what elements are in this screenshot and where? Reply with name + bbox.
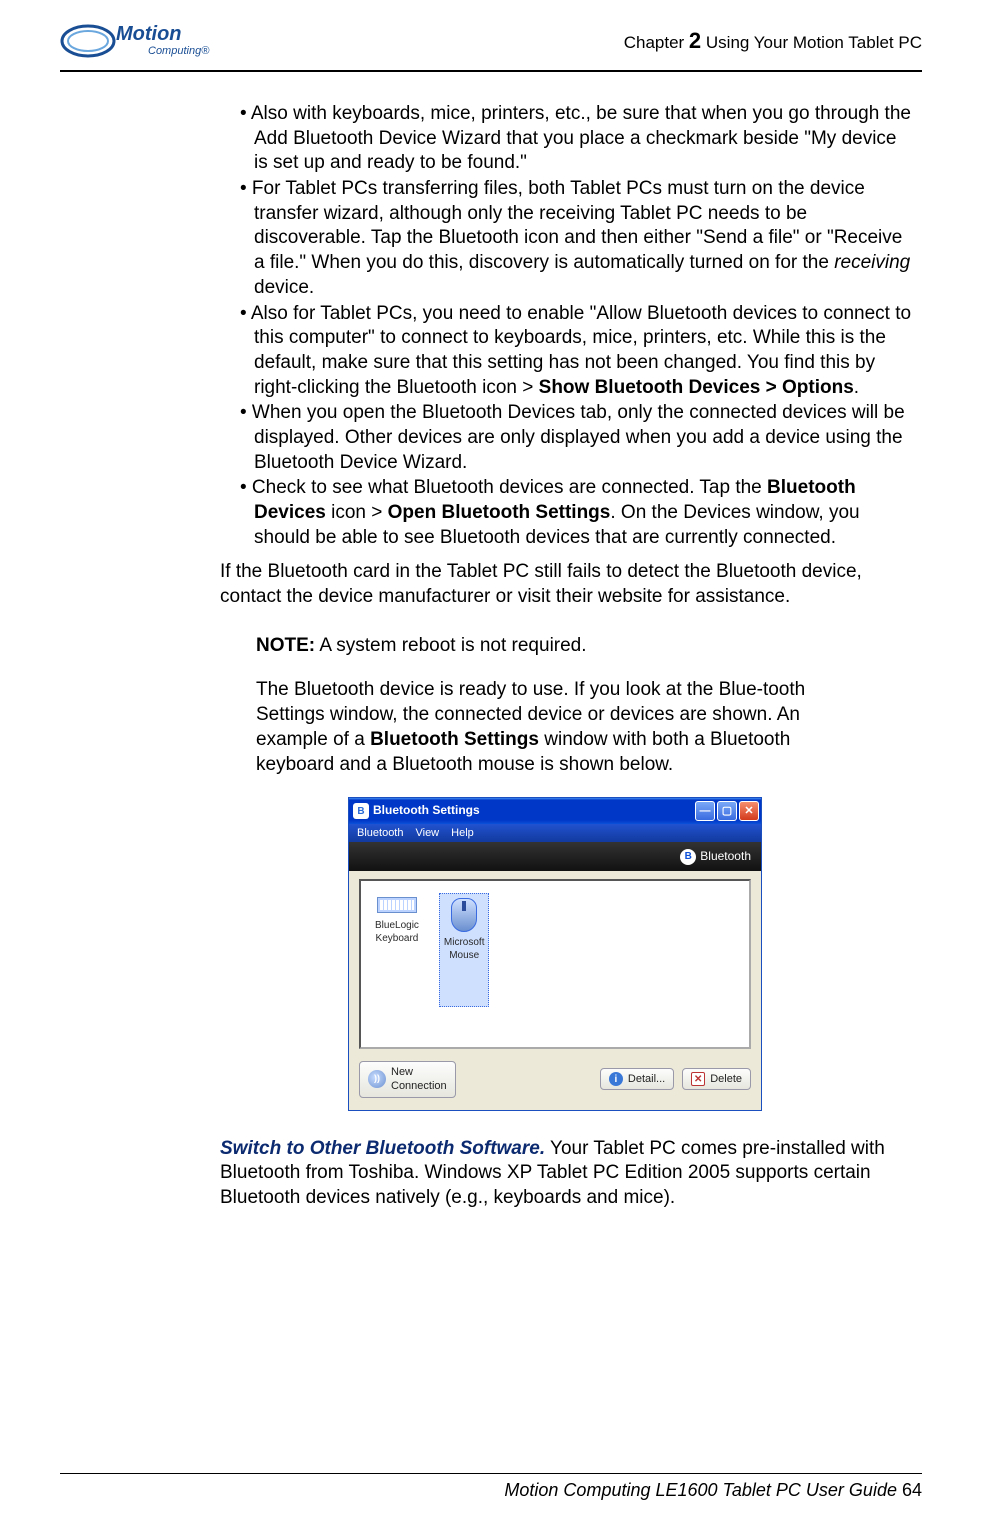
page-footer: Motion Computing LE1600 Tablet PC User G… [60,1473,922,1501]
bullet-italic: receiving [834,252,910,273]
note-line: NOTE: A system reboot is not required. [256,634,822,659]
menu-bluetooth[interactable]: Bluetooth [357,826,403,840]
delete-button[interactable]: ✕ Delete [682,1068,751,1090]
bullet-bold: Open Bluetooth Settings [388,502,611,523]
page-number: 64 [902,1480,922,1500]
follow-paragraph: If the Bluetooth card in the Tablet PC s… [220,560,912,609]
note-body: The Bluetooth device is ready to use. If… [256,678,822,777]
window-toolbar: )) New Connection i Detail... ✕ Delete [349,1055,761,1110]
bullet-list: • Also with keyboards, mice, printers, e… [240,102,912,550]
brand-top-text: Motion [116,23,182,45]
note-body-bold: Bluetooth Settings [370,729,539,750]
minimize-button[interactable]: — [695,801,715,821]
bullet-item: • Check to see what Bluetooth devices ar… [240,476,912,550]
switch-title: Switch to Other Bluetooth Software. [220,1138,545,1159]
bluetooth-icon: B [353,803,369,819]
brand-bar: B Bluetooth [349,842,761,871]
btn-label: Detail... [628,1072,665,1086]
menu-help[interactable]: Help [451,826,474,840]
detail-button[interactable]: i Detail... [600,1068,674,1090]
keyboard-icon [377,897,417,913]
title-left: B Bluetooth Settings [353,803,480,819]
device-label: Mouse [444,949,485,962]
bluetooth-glyph-icon: B [680,849,696,865]
chapter-heading: Chapter 2 Using Your Motion Tablet PC [624,28,922,54]
bluetooth-settings-window: B Bluetooth Settings — ▢ ✕ Bluetooth Vie… [348,797,762,1110]
btn-line: New [391,1065,447,1079]
brand-text: Bluetooth [700,849,751,865]
screenshot-figure: B Bluetooth Settings — ▢ ✕ Bluetooth Vie… [348,797,876,1110]
bullet-text: . [854,377,859,398]
chapter-number: 2 [689,28,701,53]
new-connection-button[interactable]: )) New Connection [359,1061,456,1098]
chapter-label-pre: Chapter [624,33,689,52]
device-area: BlueLogic Keyboard Microsoft Mouse [359,879,751,1049]
window-buttons: — ▢ ✕ [695,801,759,821]
info-icon: i [609,1072,623,1086]
maximize-button[interactable]: ▢ [717,801,737,821]
device-label: Microsoft [444,936,485,949]
delete-icon: ✕ [691,1072,705,1086]
toolbar-right-group: i Detail... ✕ Delete [600,1068,751,1090]
device-mouse[interactable]: Microsoft Mouse [439,893,490,1007]
main-content: • Also with keyboards, mice, printers, e… [220,102,912,1211]
bullet-item: • Also for Tablet PCs, you need to enabl… [240,302,912,401]
bullet-item: • For Tablet PCs transferring files, bot… [240,177,912,300]
brand-logo: Motion Computing® [60,20,230,62]
btn-line: Connection [391,1079,447,1093]
page-header: Motion Computing® Chapter 2 Using Your M… [60,20,922,72]
btn-label: Delete [710,1072,742,1086]
note-block: NOTE: A system reboot is not required. T… [256,634,912,777]
bullet-bold: Show Bluetooth Devices > Options [539,377,854,398]
device-label: BlueLogic [375,919,419,932]
window-titlebar[interactable]: B Bluetooth Settings — ▢ ✕ [349,798,761,824]
footer-text: Motion Computing LE1600 Tablet PC User G… [504,1480,902,1500]
window-title: Bluetooth Settings [373,803,480,819]
menu-view[interactable]: View [415,826,439,840]
bullet-text: icon > [326,502,388,523]
note-text: A system reboot is not required. [315,635,586,656]
antenna-icon: )) [368,1070,386,1088]
device-keyboard[interactable]: BlueLogic Keyboard [371,893,423,1007]
menu-bar: Bluetooth View Help [349,824,761,842]
bluetooth-logo: B Bluetooth [680,849,751,865]
bullet-text: • For Tablet PCs transferring files, bot… [240,178,902,273]
bullet-item: • Also with keyboards, mice, printers, e… [240,102,912,176]
brand-sub-text: Computing® [148,45,210,57]
btn-text: New Connection [391,1065,447,1094]
bullet-text: • Check to see what Bluetooth devices ar… [240,477,767,498]
bullet-text: device. [254,277,314,298]
bullet-item: • When you open the Bluetooth Devices ta… [240,401,912,475]
device-label: Keyboard [375,932,419,945]
switch-section: Switch to Other Bluetooth Software. Your… [220,1137,912,1211]
close-button[interactable]: ✕ [739,801,759,821]
note-label: NOTE: [256,635,315,656]
chapter-label-post: Using Your Motion Tablet PC [701,33,922,52]
mouse-icon [451,898,477,932]
